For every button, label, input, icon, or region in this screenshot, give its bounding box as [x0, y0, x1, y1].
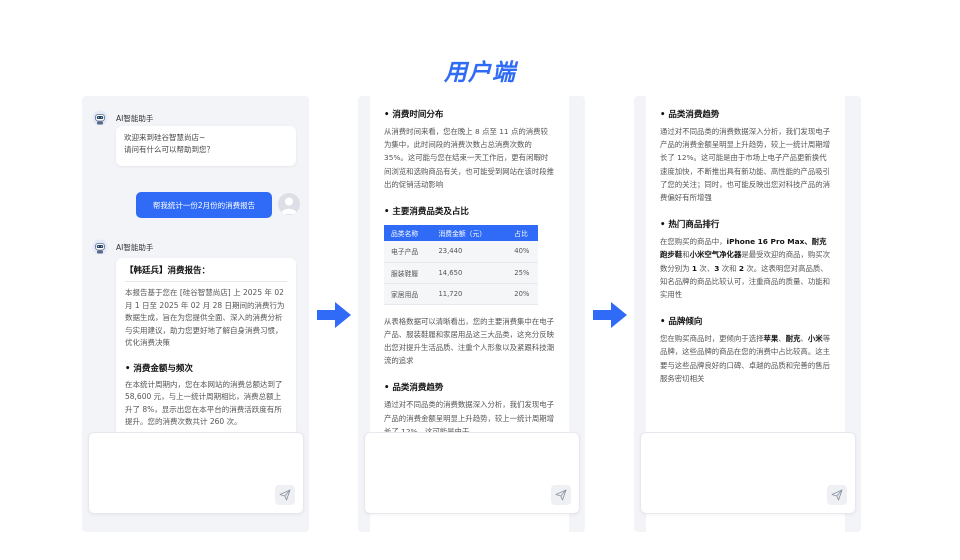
table-cell: 20%	[507, 283, 538, 305]
table-cell: 电子产品	[384, 241, 432, 263]
section-text: 您在购买商品时，更倾向于选择苹果、耐克、小米等品牌，这些品牌的商品在您的消费中占…	[660, 334, 831, 383]
report-title: 【韩廷兵】消费报告：	[125, 264, 287, 282]
table-cell: 25%	[507, 262, 538, 284]
table-header-row: 品类名称 消费金额（元） 占比	[384, 225, 538, 242]
report-panel-2: • 品类消费趋势 通过对不同品类的消费数据深入分析，我们发现电子产品的消费金额呈…	[634, 96, 861, 532]
section-text: 通过对不同品类的消费数据深入分析，我们发现电子产品的消费金额呈明显上升趋势，较上…	[660, 127, 830, 203]
chat-panel: AI智能助手 欢迎来到硅谷智慧尚店~ 请问有什么可以帮助到您？ 帮我统计一份2月…	[82, 96, 309, 532]
send-icon	[279, 489, 291, 501]
section-heading: • 品牌倾向	[660, 317, 703, 328]
arrow-right-icon	[317, 302, 351, 328]
report-intro: 本报告基于您在 [硅谷智慧尚店] 上 2025 年 02月 1 日至 2025 …	[125, 288, 285, 347]
table-row: 电子产品 23,440 40%	[384, 241, 538, 263]
bot-name: AI智能助手	[116, 114, 154, 123]
send-button[interactable]	[827, 485, 847, 505]
category-table: 品类名称 消费金额（元） 占比 电子产品 23,440 40% 服装鞋履 14,…	[384, 225, 538, 305]
table-row: 家居用品 11,720 20%	[384, 283, 538, 305]
table-cell: 11,720	[431, 283, 508, 305]
send-button[interactable]	[551, 485, 571, 505]
send-button[interactable]	[275, 485, 295, 505]
arrow-right-icon	[593, 302, 627, 328]
table-cell: 40%	[507, 241, 538, 263]
page-title: 用户端	[444, 60, 516, 86]
user-avatar-icon	[278, 193, 300, 215]
robot-avatar-icon	[92, 239, 108, 255]
user-message-bubble: 帮我统计一份2月份的消费报告	[136, 192, 272, 218]
table-header: 品类名称	[384, 225, 432, 242]
bot-name: AI智能助手	[116, 243, 154, 252]
greeting-bubble: 欢迎来到硅谷智慧尚店~ 请问有什么可以帮助到您？	[116, 126, 296, 166]
table-cell: 14,650	[431, 262, 508, 284]
section-heading: • 热门商品排行	[660, 220, 720, 231]
table-header: 消费金额（元）	[431, 225, 508, 242]
robot-avatar-icon	[92, 110, 108, 126]
send-icon	[831, 489, 843, 501]
greeting-line-1: 欢迎来到硅谷智慧尚店~	[124, 133, 206, 142]
report-bubble: 【韩廷兵】消费报告： 本报告基于您在 [硅谷智慧尚店] 上 2025 年 02月…	[116, 258, 296, 438]
section-text: 在您购买的商品中，iPhone 16 Pro Max、耐克跑步鞋和小米空气净化器…	[660, 237, 831, 300]
section-text: 从表格数据可以清晰看出，您的主要消费集中在电子产品、服装鞋履和家居用品这三大品类…	[384, 316, 554, 366]
table-row: 服装鞋履 14,650 25%	[384, 262, 538, 284]
table-cell: 23,440	[431, 241, 508, 263]
section-heading: • 主要消费品类及占比	[384, 207, 469, 218]
message-input[interactable]	[364, 432, 580, 514]
table-header: 占比	[507, 225, 538, 242]
greeting-line-2: 请问有什么可以帮助到您？	[124, 145, 214, 154]
table-cell: 服装鞋履	[384, 262, 432, 284]
send-icon	[555, 489, 567, 501]
section-heading: • 消费时间分布	[384, 110, 444, 120]
section-text: 从消费时间来看，您在晚上 8 点至 11 点的消费较为集中，此时间段的消费次数占…	[384, 127, 554, 189]
table-cell: 家居用品	[384, 283, 432, 305]
report-panel-1: • 消费时间分布 从消费时间来看，您在晚上 8 点至 11 点的消费较为集中，此…	[358, 96, 585, 532]
section-heading: • 品类消费趋势	[384, 383, 444, 394]
message-input[interactable]	[640, 432, 856, 514]
section-heading: • 消费金额与频次	[125, 363, 193, 374]
message-input[interactable]	[88, 432, 304, 514]
section-text: 在本统计周期内，您在本网站的消费总额达到了 58,600 元，与上一统计周期相比…	[125, 379, 283, 427]
section-heading: • 品类消费趋势	[660, 110, 720, 120]
